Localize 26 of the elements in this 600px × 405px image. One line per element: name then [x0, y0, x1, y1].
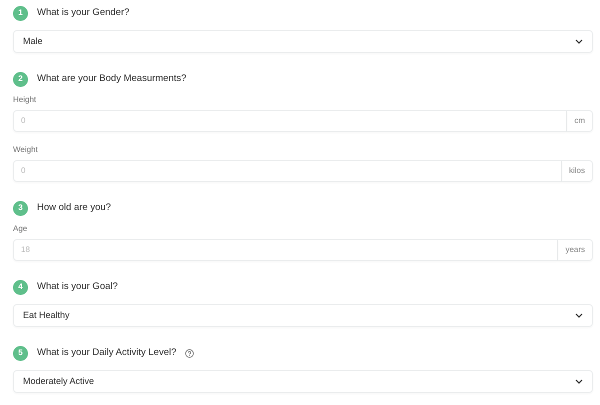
- step-number-badge: 2: [13, 72, 28, 86]
- field-label: Height: [13, 94, 38, 106]
- select-dropdown[interactable]: Moderately Active: [13, 370, 593, 393]
- question-title: What is your Daily Activity Level?: [37, 346, 176, 360]
- question-title: What are your Body Measurments?: [37, 72, 186, 86]
- step-number-badge: 1: [13, 6, 28, 20]
- unit-addon: kilos: [562, 160, 593, 182]
- select-dropdown[interactable]: Eat Healthy: [13, 304, 593, 327]
- help-icon[interactable]: [185, 348, 194, 358]
- input-field[interactable]: 18: [13, 239, 558, 261]
- chevron-down-icon: [575, 313, 583, 318]
- question-title: What is your Goal?: [37, 280, 118, 294]
- chevron-down-icon: [575, 39, 583, 44]
- step-number-badge: 4: [13, 280, 28, 294]
- field-label: Age: [13, 223, 28, 235]
- unit-addon: cm: [567, 110, 593, 132]
- step-number-badge: 3: [13, 200, 28, 216]
- input-field[interactable]: 0: [13, 110, 568, 132]
- field-label: Weight: [13, 144, 39, 156]
- unit-addon: years: [558, 239, 593, 261]
- chevron-down-icon: [575, 379, 583, 384]
- input-field[interactable]: 0: [13, 160, 562, 182]
- step-number-badge: 5: [13, 346, 28, 360]
- select-dropdown[interactable]: Male: [13, 30, 593, 53]
- question-title: What is your Gender?: [37, 6, 130, 20]
- question-title: How old are you?: [37, 200, 111, 215]
